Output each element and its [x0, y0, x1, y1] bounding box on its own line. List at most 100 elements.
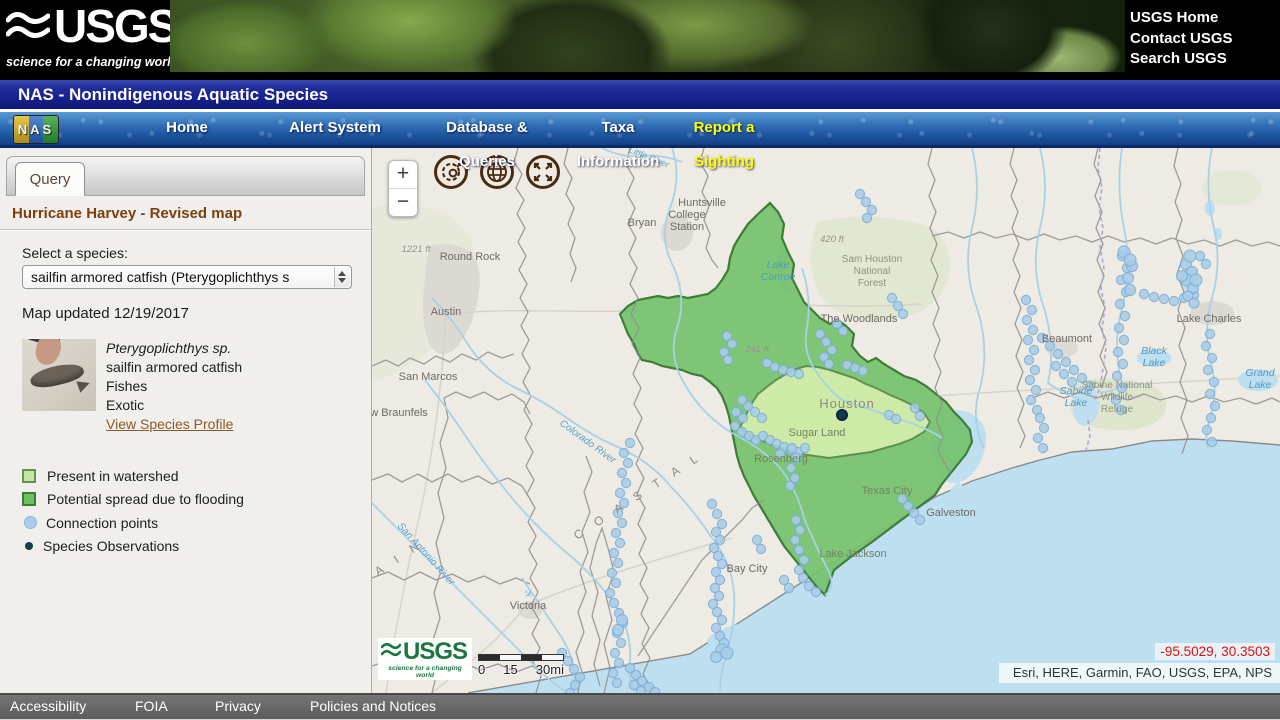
link-search-usgs[interactable]: Search USGS [1130, 49, 1278, 70]
species-common-name: sailfin armored catfish [106, 358, 242, 377]
cursor-coordinates: -95.5029, 30.3503 [1155, 643, 1275, 660]
nas-logo-text: NAS [14, 122, 58, 137]
site-title: NAS - Nonindigenous Aquatic Species [0, 80, 1280, 105]
species-observation-point[interactable] [837, 410, 847, 420]
full-extent-button[interactable] [526, 155, 560, 189]
map-usgs-tagline: science for a changing world [381, 665, 469, 679]
map-usgs-logo: USGS science for a changing world [378, 638, 472, 680]
species-scientific-name: Pterygoplichthys sp. [106, 339, 242, 358]
species-status: Exotic [106, 396, 242, 415]
link-contact-usgs[interactable]: Contact USGS [1130, 29, 1278, 50]
map-canvas[interactable]: Round Rock Austin San Marcos New Braunfe… [372, 148, 1280, 693]
svg-text:Houston: Houston [819, 396, 874, 411]
usgs-waves-icon [6, 8, 50, 53]
usgs-tagline: science for a changing world [6, 55, 171, 69]
svg-text:C O A S T A L: C O A S T A L [571, 449, 705, 543]
svg-text:Galveston: Galveston [926, 507, 976, 519]
svg-text:College: College [668, 209, 705, 221]
map-attribution: Esri, HERE, Garmin, FAO, USGS, EPA, NPS [999, 663, 1280, 683]
svg-text:Sugar Land: Sugar Land [789, 427, 846, 439]
svg-text:241 ft: 241 ft [744, 344, 769, 355]
page-footer: Accessibility FOIA Privacy Policies and … [0, 693, 1280, 719]
legend-item-spread: Potential spread due to flooding [22, 488, 371, 512]
svg-text:Black: Black [1141, 345, 1167, 357]
svg-text:Forest: Forest [858, 278, 887, 289]
map-usgs-logo-text: USGS [403, 639, 467, 665]
species-photo [22, 339, 96, 411]
site-title-bar: NAS - Nonindigenous Aquatic Species [0, 80, 1280, 112]
svg-text:Rosenberg: Rosenberg [754, 453, 808, 465]
svg-text:Station: Station [670, 221, 704, 233]
nav-item-taxa-information[interactable]: TaxaInformation [577, 119, 660, 169]
svg-text:Austin: Austin [431, 306, 462, 318]
svg-text:National: National [854, 266, 891, 277]
legend-item-present: Present in watershed [22, 464, 371, 488]
footer-privacy[interactable]: Privacy [215, 698, 261, 714]
svg-text:Huntsville: Huntsville [678, 197, 726, 209]
svg-text:Bryan: Bryan [628, 217, 657, 229]
panel-heading: Hurricane Harvey - Revised map [12, 205, 371, 222]
nas-logo-icon[interactable]: NAS [13, 115, 59, 144]
zoom-in-button[interactable]: + [389, 161, 417, 189]
panel-divider [0, 229, 371, 230]
svg-text:Refuge: Refuge [1101, 404, 1134, 415]
svg-text:New Braunfels: New Braunfels [372, 407, 428, 419]
tab-query[interactable]: Query [15, 162, 85, 196]
species-info: Pterygoplichthys sp. sailfin armored cat… [106, 339, 242, 434]
svg-text:Wildlife: Wildlife [1101, 392, 1134, 403]
scale-bar-graphic [478, 654, 564, 661]
usgs-header-banner: USGS science for a changing world USGS H… [0, 0, 1280, 80]
map-usgs-waves-icon [381, 641, 401, 664]
footer-policies[interactable]: Policies and Notices [310, 698, 436, 714]
link-usgs-home[interactable]: USGS Home [1130, 8, 1278, 29]
usgs-logo[interactable]: USGS science for a changing world [6, 2, 171, 78]
usgs-logo-text: USGS [54, 2, 176, 50]
svg-text:Beaumont: Beaumont [1042, 333, 1092, 345]
header-nature-photo [170, 0, 1125, 72]
svg-text:Conroe: Conroe [761, 271, 796, 283]
svg-text:Bay City: Bay City [727, 563, 768, 575]
view-species-profile-link[interactable]: View Species Profile [106, 416, 233, 432]
nav-item-home[interactable]: Home [166, 119, 208, 169]
footer-accessibility[interactable]: Accessibility [10, 698, 86, 714]
present-swatch [22, 469, 36, 483]
species-select[interactable]: sailfin armored catfish (Pterygoplichthy… [22, 265, 352, 289]
svg-text:Lake: Lake [1249, 379, 1272, 391]
svg-text:Lake: Lake [1065, 397, 1088, 409]
select-stepper-icon [334, 267, 350, 287]
expand-arrows-icon [530, 159, 556, 185]
footer-foia[interactable]: FOIA [135, 698, 168, 714]
svg-text:Sam Houston: Sam Houston [842, 254, 903, 265]
main-navbar: NAS Home Alert System Database &Queries … [0, 112, 1280, 148]
svg-text:420 ft: 420 ft [820, 234, 844, 245]
species-select-value: sailfin armored catfish (Pterygoplichthy… [31, 269, 289, 285]
svg-text:Lake: Lake [1143, 357, 1166, 369]
svg-text:Lake Charles: Lake Charles [1177, 313, 1242, 325]
legend-item-observations: Species Observations [22, 535, 371, 559]
query-panel: Query Hurricane Harvey - Revised map Sel… [0, 148, 372, 693]
zoom-control: + − [388, 160, 418, 217]
map-legend: Present in watershed Potential spread du… [22, 464, 371, 558]
zoom-out-button[interactable]: − [389, 189, 417, 216]
svg-text:Texas City: Texas City [862, 485, 913, 497]
svg-text:1221 ft: 1221 ft [401, 244, 430, 255]
svg-text:Sabine National: Sabine National [1082, 380, 1153, 391]
legend-item-connection: Connection points [22, 511, 371, 535]
nav-item-alert-system[interactable]: Alert System [289, 119, 381, 169]
nav-item-database-queries[interactable]: Database &Queries [446, 119, 528, 169]
scale-bar: 01530mi [478, 654, 564, 677]
svg-text:Lake Jackson: Lake Jackson [819, 548, 886, 560]
nav-item-report-a-sighting[interactable]: Report aSighting [694, 119, 755, 169]
header-links: USGS Home Contact USGS Search USGS [1130, 8, 1278, 70]
map-updated-text: Map updated 12/19/2017 [22, 305, 371, 322]
species-select-label: Select a species: [22, 245, 371, 261]
svg-text:Grand: Grand [1245, 367, 1275, 379]
svg-text:The Woodlands: The Woodlands [821, 313, 898, 325]
spread-swatch [22, 492, 36, 506]
svg-text:Round Rock: Round Rock [440, 251, 501, 263]
species-group: Fishes [106, 377, 242, 396]
usgs-nas-page: USGS science for a changing world USGS H… [0, 0, 1280, 720]
svg-text:Lake: Lake [767, 259, 790, 271]
observation-dot-swatch [25, 542, 33, 550]
svg-text:San Marcos: San Marcos [399, 371, 458, 383]
